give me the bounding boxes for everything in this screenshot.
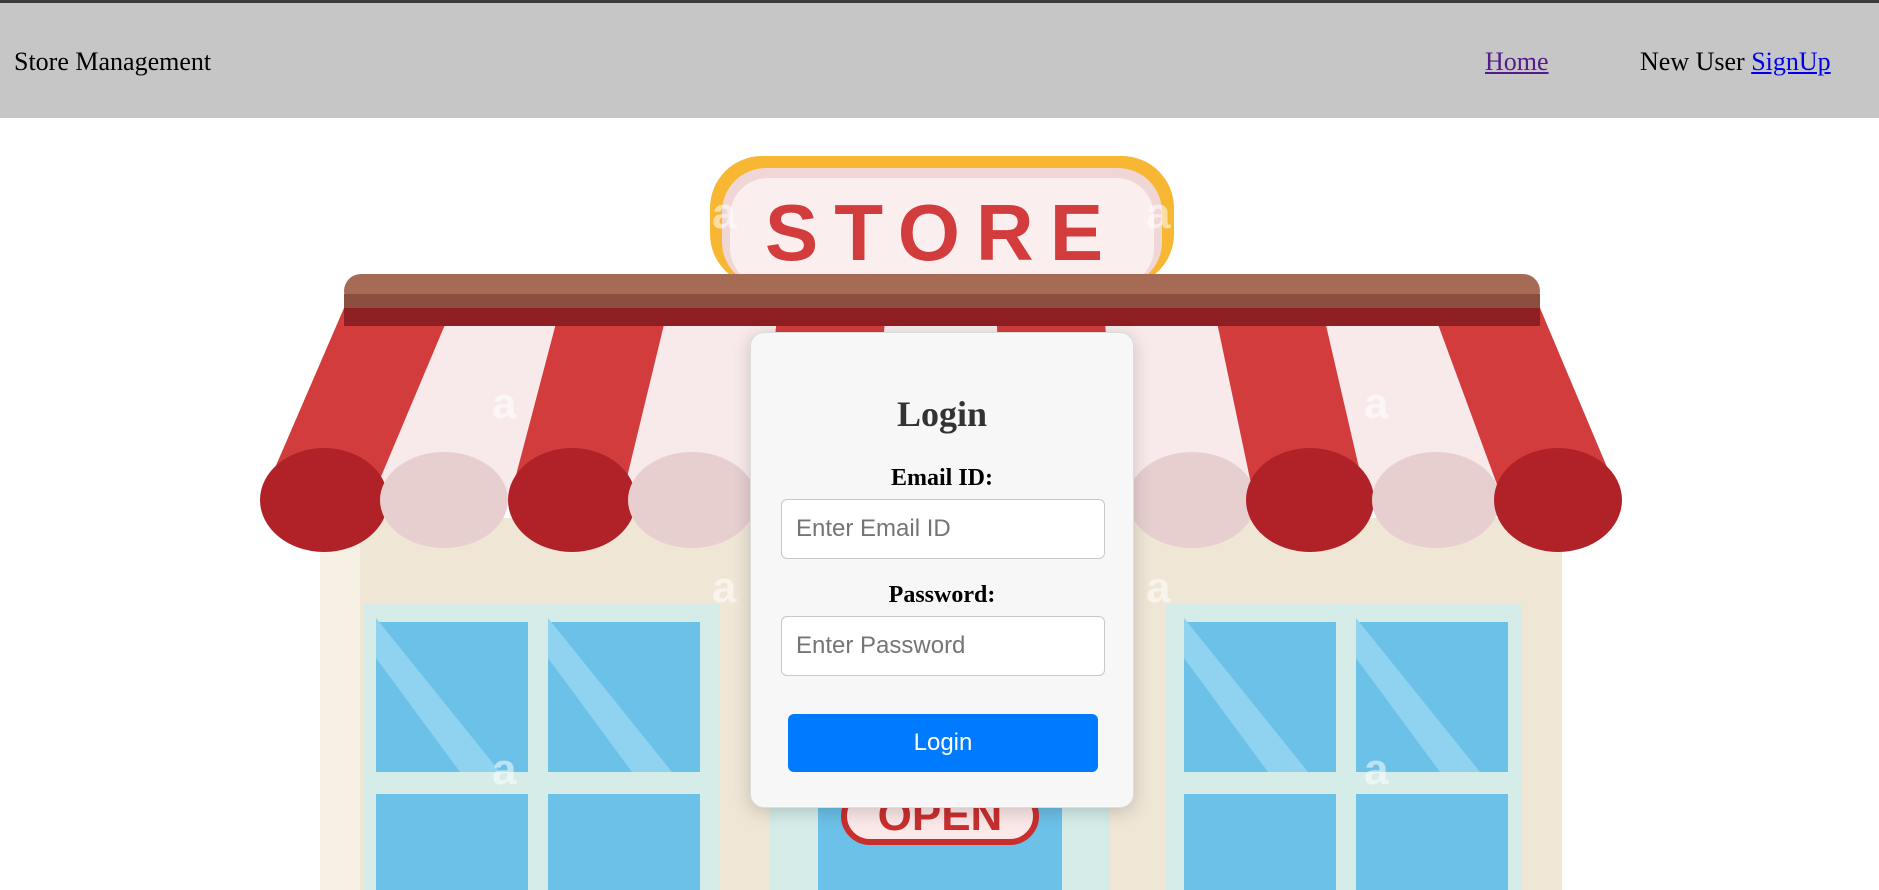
svg-text:a: a [1364, 379, 1389, 428]
svg-text:a: a [492, 745, 517, 794]
awning-bar-shade [344, 294, 1540, 308]
signup-prefix-text: New User [1640, 47, 1745, 76]
signup-prompt: New User SignUp [1640, 47, 1831, 77]
password-label: Password: [888, 582, 996, 608]
store-sign: STORE [710, 156, 1174, 286]
svg-text:a: a [1146, 189, 1171, 238]
store-sign-text: STORE [765, 188, 1119, 277]
email-label: Email ID: [891, 465, 993, 491]
signup-link[interactable]: SignUp [1751, 47, 1830, 76]
svg-text:a: a [712, 563, 737, 612]
svg-text:a: a [1146, 563, 1171, 612]
building-wall-edge [320, 518, 360, 890]
top-navbar: Store Management Home New User SignUp [0, 0, 1879, 118]
left-window [364, 604, 720, 890]
login-button[interactable]: Login [788, 714, 1098, 772]
svg-text:a: a [492, 379, 517, 428]
home-link[interactable]: Home [1485, 47, 1549, 77]
right-window [1166, 604, 1522, 890]
svg-text:a: a [1364, 745, 1389, 794]
password-input[interactable] [781, 616, 1105, 676]
login-title: Login [896, 394, 988, 434]
email-input[interactable] [781, 499, 1105, 559]
login-panel: Login Email ID: Password: Login [750, 332, 1134, 808]
svg-text:a: a [712, 189, 737, 238]
brand-title: Store Management [14, 47, 212, 76]
